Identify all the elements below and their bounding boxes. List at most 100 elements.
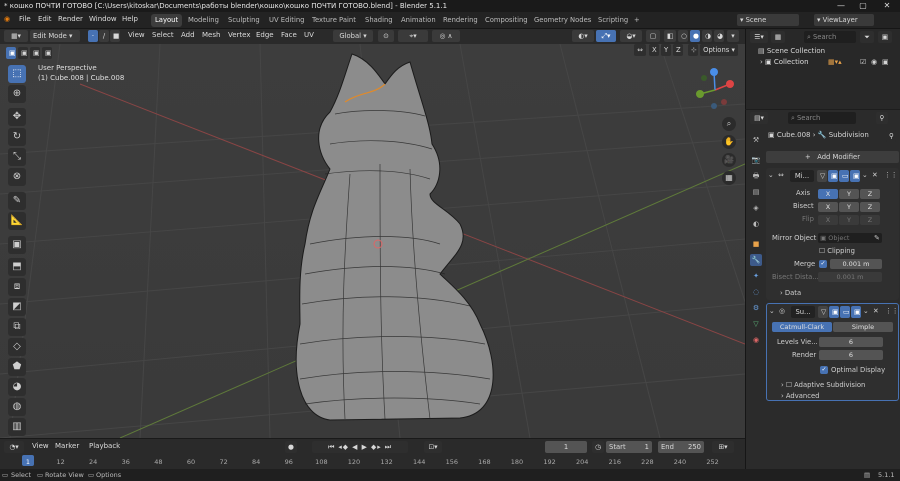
shading-rendered-icon[interactable]: ◕: [714, 30, 724, 42]
select-box-tool[interactable]: ⬚: [8, 65, 26, 83]
mirror-name-field[interactable]: Mi...: [790, 170, 814, 182]
timeline-menu-marker[interactable]: Marker: [55, 442, 79, 450]
record-icon[interactable]: ●: [285, 441, 297, 453]
properties-editor-icon[interactable]: ▤▾: [750, 112, 768, 124]
display-mode-icon[interactable]: ▦: [771, 31, 785, 43]
data-subpanel[interactable]: › Data: [780, 289, 801, 297]
close-icon[interactable]: ✕: [876, 0, 898, 12]
scene-collection-row[interactable]: ▤ Scene Collection: [758, 47, 825, 55]
select-invert-icon[interactable]: ▣: [42, 47, 52, 59]
data-tab-icon[interactable]: ▽: [750, 318, 762, 330]
catmull-clark-button[interactable]: Catmull-Clark: [772, 322, 832, 332]
move-tool[interactable]: ✥: [8, 108, 26, 126]
cursor-tool[interactable]: ⊕: [8, 85, 26, 103]
render-levels-field[interactable]: 6: [819, 350, 883, 360]
options-button[interactable]: Options ▾: [700, 44, 738, 56]
world-tab-icon[interactable]: ◐: [750, 218, 762, 230]
pan-hand-icon[interactable]: ✋: [722, 135, 736, 149]
mirror-render-icon[interactable]: ▣: [850, 170, 860, 182]
snap-icon[interactable]: ⌖▾: [398, 30, 428, 42]
tab-animation[interactable]: Animation: [397, 14, 440, 27]
collection-row[interactable]: › ▣ Collection: [760, 58, 809, 66]
pivot-icon[interactable]: ⊙: [378, 30, 394, 42]
select-extend-icon[interactable]: ▣: [18, 47, 28, 59]
axis-x-toggle[interactable]: X: [818, 189, 838, 199]
menu-edit[interactable]: Edit: [38, 15, 52, 23]
bisect-z-toggle[interactable]: Z: [860, 202, 880, 212]
advanced-subpanel[interactable]: › Advanced: [781, 392, 819, 400]
mirror-collapse-icon[interactable]: ⌄: [768, 171, 774, 179]
timeline-menu-view[interactable]: View: [32, 442, 49, 450]
adaptive-subdivision-subpanel[interactable]: › ☐ Adaptive Subdivision: [781, 381, 865, 389]
axis-z-toggle[interactable]: Z: [860, 189, 880, 199]
merge-distance-field[interactable]: 0.001 m: [830, 259, 882, 269]
spin-tool[interactable]: ◕: [8, 378, 26, 396]
tab-texture-paint[interactable]: Texture Paint: [308, 14, 360, 27]
bevel-tool[interactable]: ◩: [8, 298, 26, 316]
shear-tool[interactable]: ▥: [8, 418, 26, 436]
mirror-z-toggle[interactable]: Z: [673, 44, 683, 56]
tab-scripting[interactable]: Scripting: [594, 14, 632, 27]
blender-logo-icon[interactable]: ◉: [4, 15, 10, 23]
edge-select-button[interactable]: /: [99, 30, 109, 42]
timeline-menu-playback[interactable]: Playback: [89, 442, 120, 450]
measure-tool[interactable]: 📐: [8, 212, 26, 230]
add-cube-tool[interactable]: ▣: [8, 236, 26, 254]
add-modifier-button[interactable]: + Add Modifier: [766, 151, 899, 163]
orientation-selector[interactable]: Global ▾: [333, 30, 373, 42]
transform-tool[interactable]: ⊗: [8, 168, 26, 186]
perspective-toggle-icon[interactable]: ▦: [722, 171, 736, 185]
subdivision-menu-icon[interactable]: ⌄: [863, 307, 869, 315]
properties-pin-icon[interactable]: ⚲: [886, 130, 896, 142]
scene-tab-icon[interactable]: ◈: [750, 202, 762, 214]
new-collection-icon[interactable]: ▣: [878, 31, 892, 43]
scene-selector[interactable]: ▾ Scene: [737, 14, 799, 26]
mode-selector[interactable]: Edit Mode ▾: [30, 30, 80, 42]
visibility-eye-icon[interactable]: ◉: [871, 58, 877, 66]
bisect-x-toggle[interactable]: X: [818, 202, 838, 212]
current-frame-field[interactable]: 1: [545, 441, 587, 453]
menu-uv[interactable]: UV: [304, 31, 314, 39]
subdivision-name-field[interactable]: Su...: [791, 306, 815, 318]
vertex-select-button[interactable]: ·: [88, 30, 98, 42]
menu-mesh[interactable]: Mesh: [202, 31, 220, 39]
mesh-overlay-icon[interactable]: ▢: [646, 30, 660, 42]
transform-affect-icon[interactable]: ⊹: [688, 44, 698, 56]
mirror-x-toggle[interactable]: X: [649, 44, 659, 56]
menu-vertex[interactable]: Vertex: [228, 31, 251, 39]
menu-help[interactable]: Help: [122, 15, 138, 23]
subdivision-drag-handle[interactable]: ⋮⋮: [885, 307, 899, 315]
shading-material-icon[interactable]: ◑: [702, 30, 712, 42]
scale-tool[interactable]: ⤡: [8, 148, 26, 166]
shading-solid-icon[interactable]: ●: [690, 30, 700, 42]
playback-controls[interactable]: ⏮ ◂◆ ◀ ▶ ◆▸ ⏭: [312, 441, 408, 453]
exclude-checkbox[interactable]: ☑: [860, 58, 866, 66]
menu-add[interactable]: Add: [181, 31, 195, 39]
bisect-y-toggle[interactable]: Y: [839, 202, 859, 212]
eyedropper-icon[interactable]: ✎: [874, 234, 880, 242]
mirror-delete-icon[interactable]: ✕: [872, 171, 878, 179]
end-frame-field[interactable]: End 250: [658, 441, 704, 453]
mirror-icon[interactable]: ⇔: [634, 44, 646, 56]
axis-y-toggle[interactable]: Y: [839, 189, 859, 199]
mirror-object-field[interactable]: ▣ Object: [818, 233, 882, 243]
mirror-editmode-icon[interactable]: ▣: [828, 170, 838, 182]
subdivision-collapse-icon[interactable]: ⌄: [769, 307, 775, 315]
menu-edge[interactable]: Edge: [256, 31, 274, 39]
notification-icon[interactable]: ▤: [864, 469, 870, 481]
tab-shading[interactable]: Shading: [361, 14, 397, 27]
add-workspace-button[interactable]: +: [630, 14, 644, 27]
tool-tab-icon[interactable]: ⚒: [750, 134, 762, 146]
editor-type-button[interactable]: ▦▾: [4, 30, 28, 42]
visibility-icon[interactable]: ◐▾: [572, 30, 594, 42]
menu-face[interactable]: Face: [281, 31, 297, 39]
tab-rendering[interactable]: Rendering: [439, 14, 482, 27]
gizmo-icon[interactable]: ⤢▾: [596, 30, 616, 42]
minimize-icon[interactable]: —: [830, 0, 852, 12]
menu-select[interactable]: Select: [152, 31, 174, 39]
mirror-menu-icon[interactable]: ⌄: [862, 171, 868, 179]
3d-viewport[interactable]: User Perspective (1) Cube.008 | Cube.008…: [0, 44, 745, 438]
select-subtract-icon[interactable]: ▣: [30, 47, 40, 59]
menu-view[interactable]: View: [128, 31, 145, 39]
properties-search-input[interactable]: ⌕ Search: [788, 112, 856, 124]
